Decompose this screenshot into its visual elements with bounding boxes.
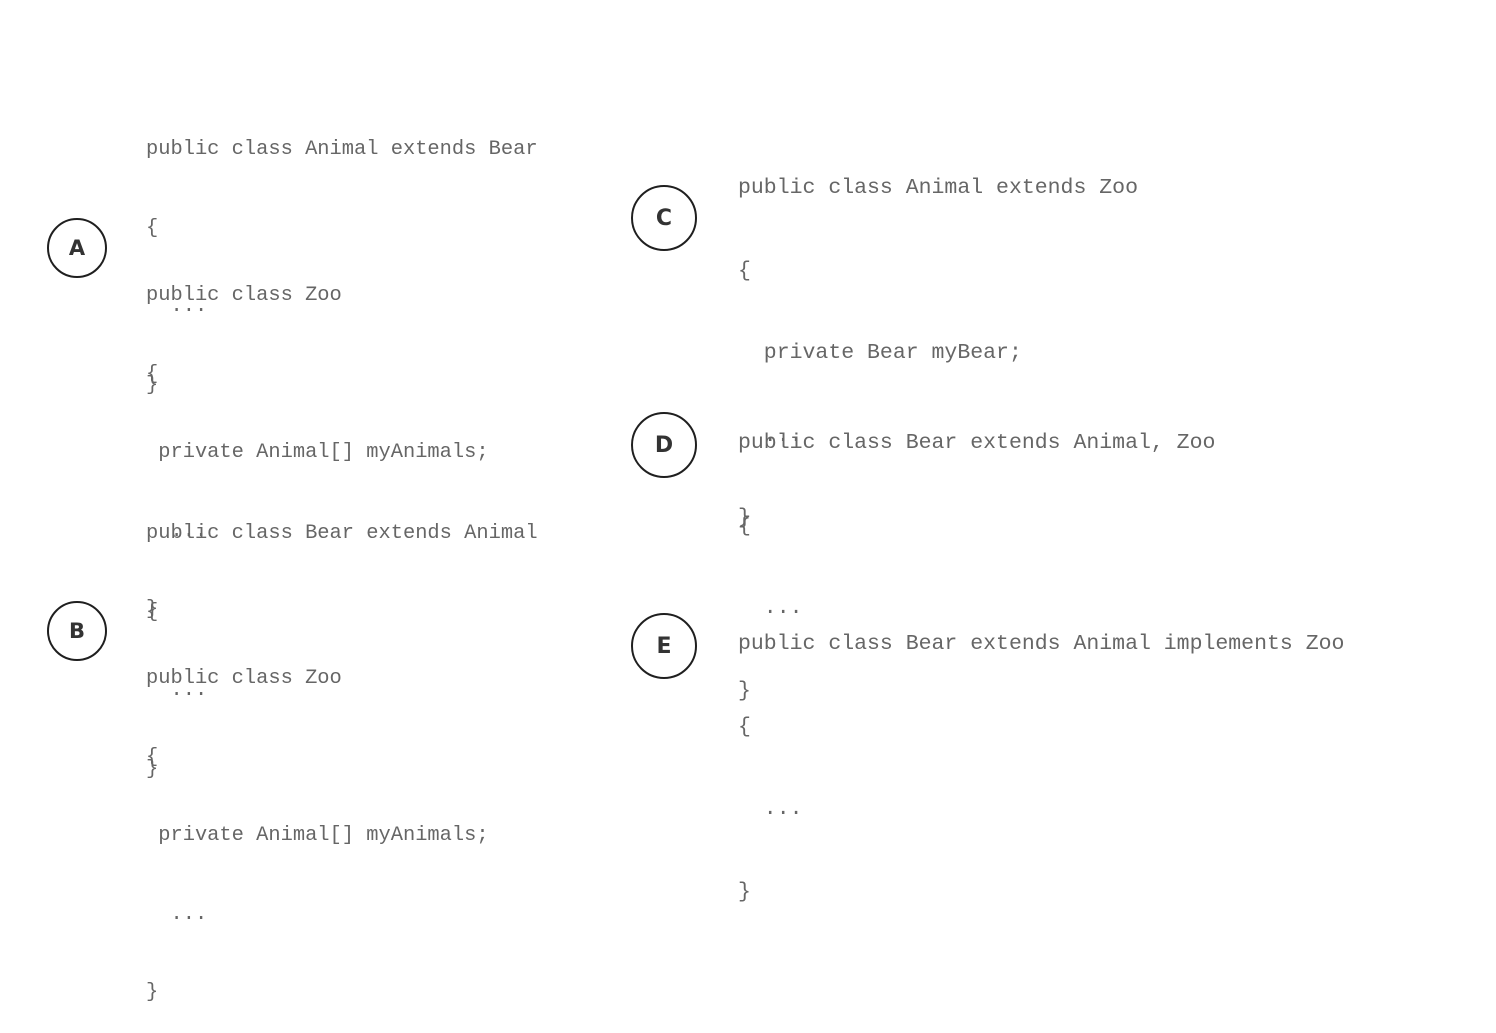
code-line: {: [146, 362, 159, 386]
option-c-badge[interactable]: C: [631, 185, 697, 251]
code-line: }: [146, 981, 159, 1004]
code-line: public class Animal extends Zoo: [738, 176, 1138, 200]
option-e-code: public class Bear extends Animal impleme…: [738, 579, 1344, 933]
option-d-badge[interactable]: D: [631, 412, 697, 478]
code-line: }: [738, 879, 751, 904]
option-b-code-zoo: public class Zoo { private Animal[] myAn…: [146, 617, 489, 1033]
code-line: {: [738, 258, 751, 283]
code-line: {: [146, 745, 159, 769]
code-line: private Bear myBear;: [738, 341, 1022, 365]
code-line: public class Bear extends Animal impleme…: [738, 632, 1345, 656]
option-e-badge[interactable]: E: [631, 613, 697, 679]
code-line: ...: [146, 902, 208, 926]
code-line: public class Bear extends Animal: [146, 522, 538, 545]
option-b-badge[interactable]: B: [47, 601, 107, 661]
code-line: public class Bear extends Animal, Zoo: [738, 431, 1216, 455]
code-line: {: [738, 513, 751, 538]
code-line: ...: [738, 797, 803, 821]
code-line: private Animal[] myAnimals;: [146, 441, 489, 464]
code-line: public class Zoo: [146, 667, 342, 690]
code-line: {: [738, 714, 751, 739]
option-a-badge[interactable]: A: [47, 218, 107, 278]
code-line: public class Zoo: [146, 284, 342, 307]
code-line: public class Animal extends Bear: [146, 138, 538, 161]
